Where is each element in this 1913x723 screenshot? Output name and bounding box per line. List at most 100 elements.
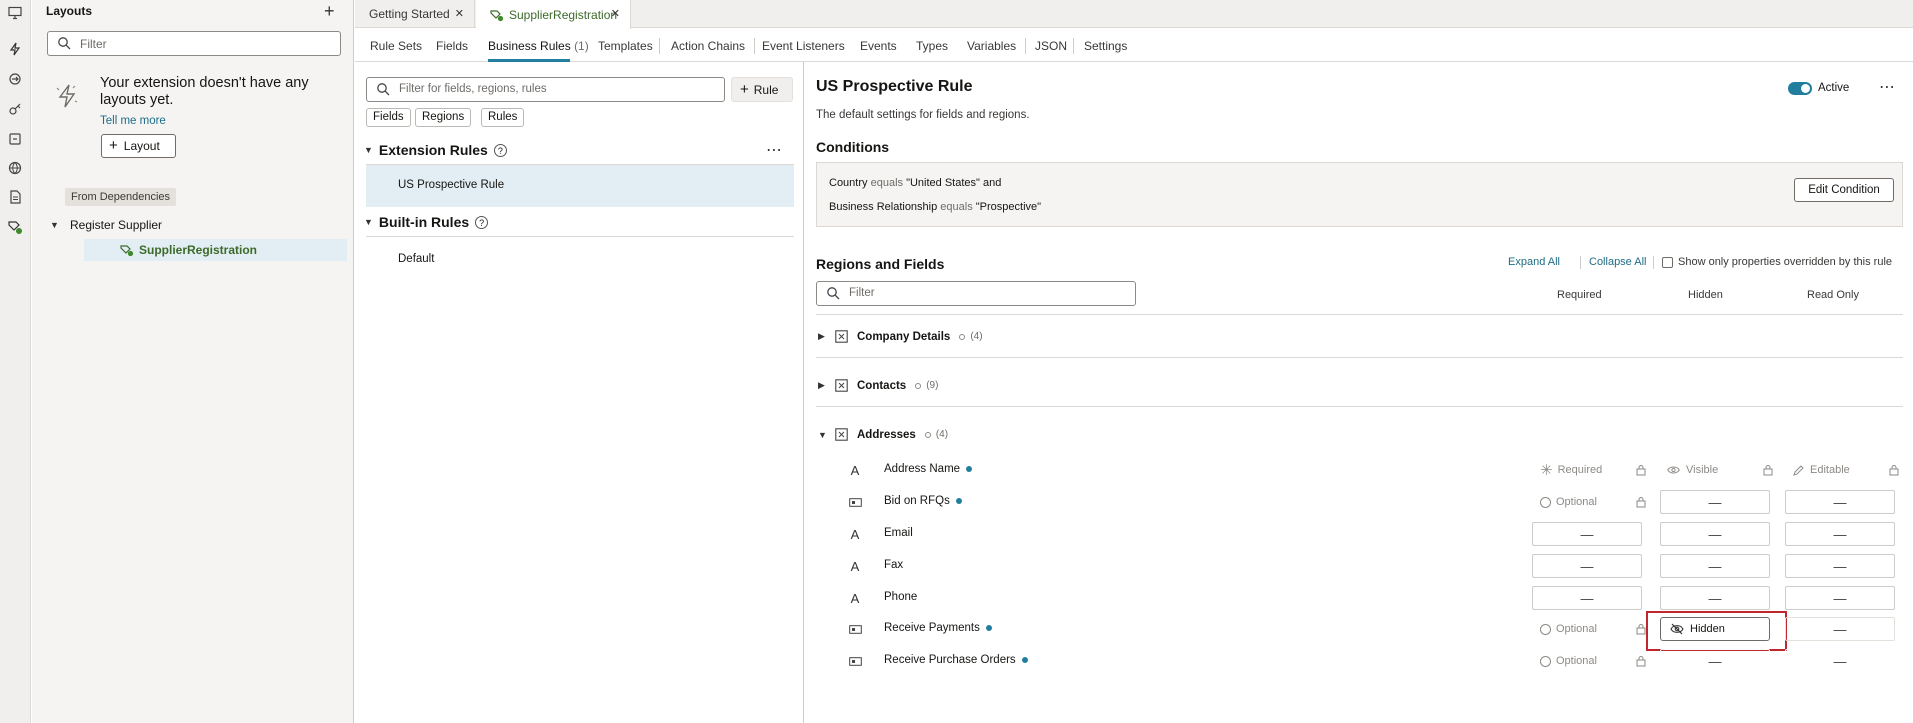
active-toggle[interactable] bbox=[1788, 82, 1812, 95]
rule-item-default[interactable]: Default bbox=[398, 253, 434, 265]
hidden-cell[interactable]: — bbox=[1660, 586, 1770, 610]
tab-types[interactable]: Types bbox=[916, 39, 948, 53]
text-field-icon: A bbox=[850, 590, 860, 606]
caret-down-icon[interactable]: ▼ bbox=[50, 220, 59, 230]
required-cell[interactable]: — bbox=[1532, 554, 1642, 578]
hidden-cell[interactable]: — bbox=[1660, 649, 1770, 673]
search-icon bbox=[826, 286, 840, 300]
required-cell[interactable]: Optional bbox=[1540, 617, 1650, 641]
rules-filter-input[interactable]: Filter for fields, regions, rules bbox=[366, 77, 725, 102]
caret-down-icon[interactable]: ▼ bbox=[364, 145, 373, 155]
hidden-button[interactable]: Hidden bbox=[1660, 617, 1770, 641]
tab-rule-sets[interactable]: Rule Sets bbox=[370, 39, 422, 53]
region-contacts[interactable]: ▶ Contacts (9) bbox=[818, 379, 938, 392]
field-label: Receive Payments bbox=[884, 622, 980, 634]
collapse-all-link[interactable]: Collapse All bbox=[1589, 256, 1646, 268]
required-cell[interactable]: Optional bbox=[1540, 490, 1650, 514]
hidden-cell[interactable]: — bbox=[1660, 554, 1770, 578]
layouts-filter-input[interactable]: Filter bbox=[47, 31, 341, 56]
search-icon bbox=[57, 36, 71, 50]
conditions-title: Conditions bbox=[816, 139, 890, 155]
tab-fields[interactable]: Fields bbox=[436, 39, 468, 53]
modified-dot bbox=[1021, 657, 1028, 663]
add-rule-button[interactable]: + Rule bbox=[731, 77, 793, 102]
chip-rules[interactable]: Rules bbox=[481, 108, 525, 127]
divider bbox=[659, 38, 660, 54]
business-rules-icon[interactable] bbox=[6, 218, 24, 236]
required-cell[interactable]: Optional bbox=[1540, 649, 1650, 673]
required-cell[interactable]: ✳ Required bbox=[1540, 458, 1650, 482]
rule-item-us-prospective[interactable]: US Prospective Rule bbox=[366, 165, 794, 207]
region-company-details[interactable]: ▶ Company Details (4) bbox=[818, 330, 983, 343]
add-layout-button[interactable]: + Layout bbox=[101, 134, 176, 158]
add-layout-icon[interactable]: + bbox=[324, 2, 335, 20]
lightning-icon[interactable] bbox=[6, 40, 24, 58]
filter-placeholder: Filter bbox=[80, 37, 107, 51]
field-row-address-name: A Address Name ✳ Required Visible Editab… bbox=[805, 457, 1913, 483]
lock-icon bbox=[1636, 464, 1646, 476]
document-tabs: Getting Started ✕ SupplierRegistration ✕ bbox=[355, 0, 1913, 29]
more-options-icon[interactable]: ⋯ bbox=[766, 140, 783, 160]
globe-icon[interactable] bbox=[6, 159, 24, 177]
edit-condition-button[interactable]: Edit Condition bbox=[1794, 178, 1894, 202]
hidden-cell[interactable]: Visible bbox=[1667, 458, 1777, 482]
key-icon[interactable] bbox=[6, 100, 24, 118]
tab-supplier-registration[interactable]: SupplierRegistration ✕ bbox=[476, 0, 631, 29]
tab-events[interactable]: Events bbox=[860, 39, 897, 53]
component-icon[interactable] bbox=[6, 130, 24, 148]
rule-detail-panel: US Prospective Rule The default settings… bbox=[805, 62, 1913, 723]
condition-field: Country bbox=[829, 177, 868, 189]
region-count-text: (9) bbox=[926, 380, 939, 391]
flow-icon[interactable] bbox=[6, 70, 24, 88]
layout-button-label: Layout bbox=[123, 139, 160, 153]
read-only-cell[interactable]: — bbox=[1785, 649, 1895, 673]
required-cell[interactable]: — bbox=[1532, 522, 1642, 546]
tab-event-listeners[interactable]: Event Listeners bbox=[762, 39, 845, 53]
divider bbox=[754, 38, 755, 54]
extension-rules-header[interactable]: ▼ Extension Rules ? bbox=[364, 142, 507, 158]
hidden-cell[interactable]: — bbox=[1660, 522, 1770, 546]
close-icon[interactable]: ✕ bbox=[455, 7, 464, 20]
tab-variables[interactable]: Variables bbox=[967, 39, 1016, 53]
divider bbox=[816, 314, 1903, 315]
caret-down-icon[interactable]: ▼ bbox=[364, 217, 373, 227]
expand-all-link[interactable]: Expand All bbox=[1508, 256, 1560, 268]
tell-me-more-link[interactable]: Tell me more bbox=[100, 115, 166, 127]
document-icon[interactable] bbox=[6, 188, 24, 206]
caret-right-icon[interactable]: ▶ bbox=[818, 331, 826, 342]
tree-item-supplier-registration[interactable]: SupplierRegistration bbox=[84, 239, 347, 261]
read-only-cell[interactable]: — bbox=[1785, 490, 1895, 514]
tab-json[interactable]: JSON bbox=[1035, 39, 1067, 53]
regions-filter-input[interactable]: Filter bbox=[816, 281, 1136, 306]
field-label: Phone bbox=[884, 591, 918, 603]
tab-business-rules[interactable]: Business Rules (1) bbox=[488, 39, 589, 53]
chip-fields[interactable]: Fields bbox=[366, 108, 411, 127]
help-icon[interactable]: ? bbox=[493, 143, 507, 157]
close-icon[interactable]: ✕ bbox=[611, 7, 620, 20]
chip-regions[interactable]: Regions bbox=[415, 108, 472, 127]
caret-down-icon[interactable]: ▼ bbox=[818, 430, 827, 440]
tab-settings[interactable]: Settings bbox=[1084, 39, 1127, 53]
field-name: Address Name bbox=[884, 463, 973, 475]
monitor-icon[interactable] bbox=[6, 4, 24, 22]
from-dependencies-badge: From Dependencies bbox=[65, 188, 177, 206]
region-addresses[interactable]: ▼ Addresses (4) bbox=[818, 428, 948, 441]
tab-getting-started[interactable]: Getting Started ✕ bbox=[355, 0, 475, 28]
read-only-cell[interactable]: — bbox=[1785, 586, 1895, 610]
builtin-rules-header[interactable]: ▼ Built-in Rules ? bbox=[364, 214, 489, 230]
read-only-cell[interactable]: — bbox=[1785, 554, 1895, 578]
region-icon bbox=[835, 428, 848, 441]
more-options-icon[interactable]: ⋯ bbox=[1879, 77, 1896, 97]
tab-action-chains[interactable]: Action Chains bbox=[671, 39, 745, 53]
help-icon[interactable]: ? bbox=[475, 215, 489, 229]
read-only-cell[interactable]: — bbox=[1785, 617, 1895, 641]
tab-templates[interactable]: Templates bbox=[598, 39, 653, 53]
read-only-cell[interactable]: — bbox=[1785, 522, 1895, 546]
hidden-cell[interactable]: — bbox=[1660, 490, 1770, 514]
tree-item-register-supplier[interactable]: Register Supplier bbox=[70, 218, 162, 232]
required-cell[interactable]: — bbox=[1532, 586, 1642, 610]
show-only-overridden-checkbox[interactable] bbox=[1662, 257, 1673, 268]
caret-right-icon[interactable]: ▶ bbox=[818, 380, 826, 391]
field-row-receive-payments: Receive Payments Optional Hidden — bbox=[805, 611, 1913, 651]
read-only-cell[interactable]: Editable bbox=[1793, 458, 1903, 482]
